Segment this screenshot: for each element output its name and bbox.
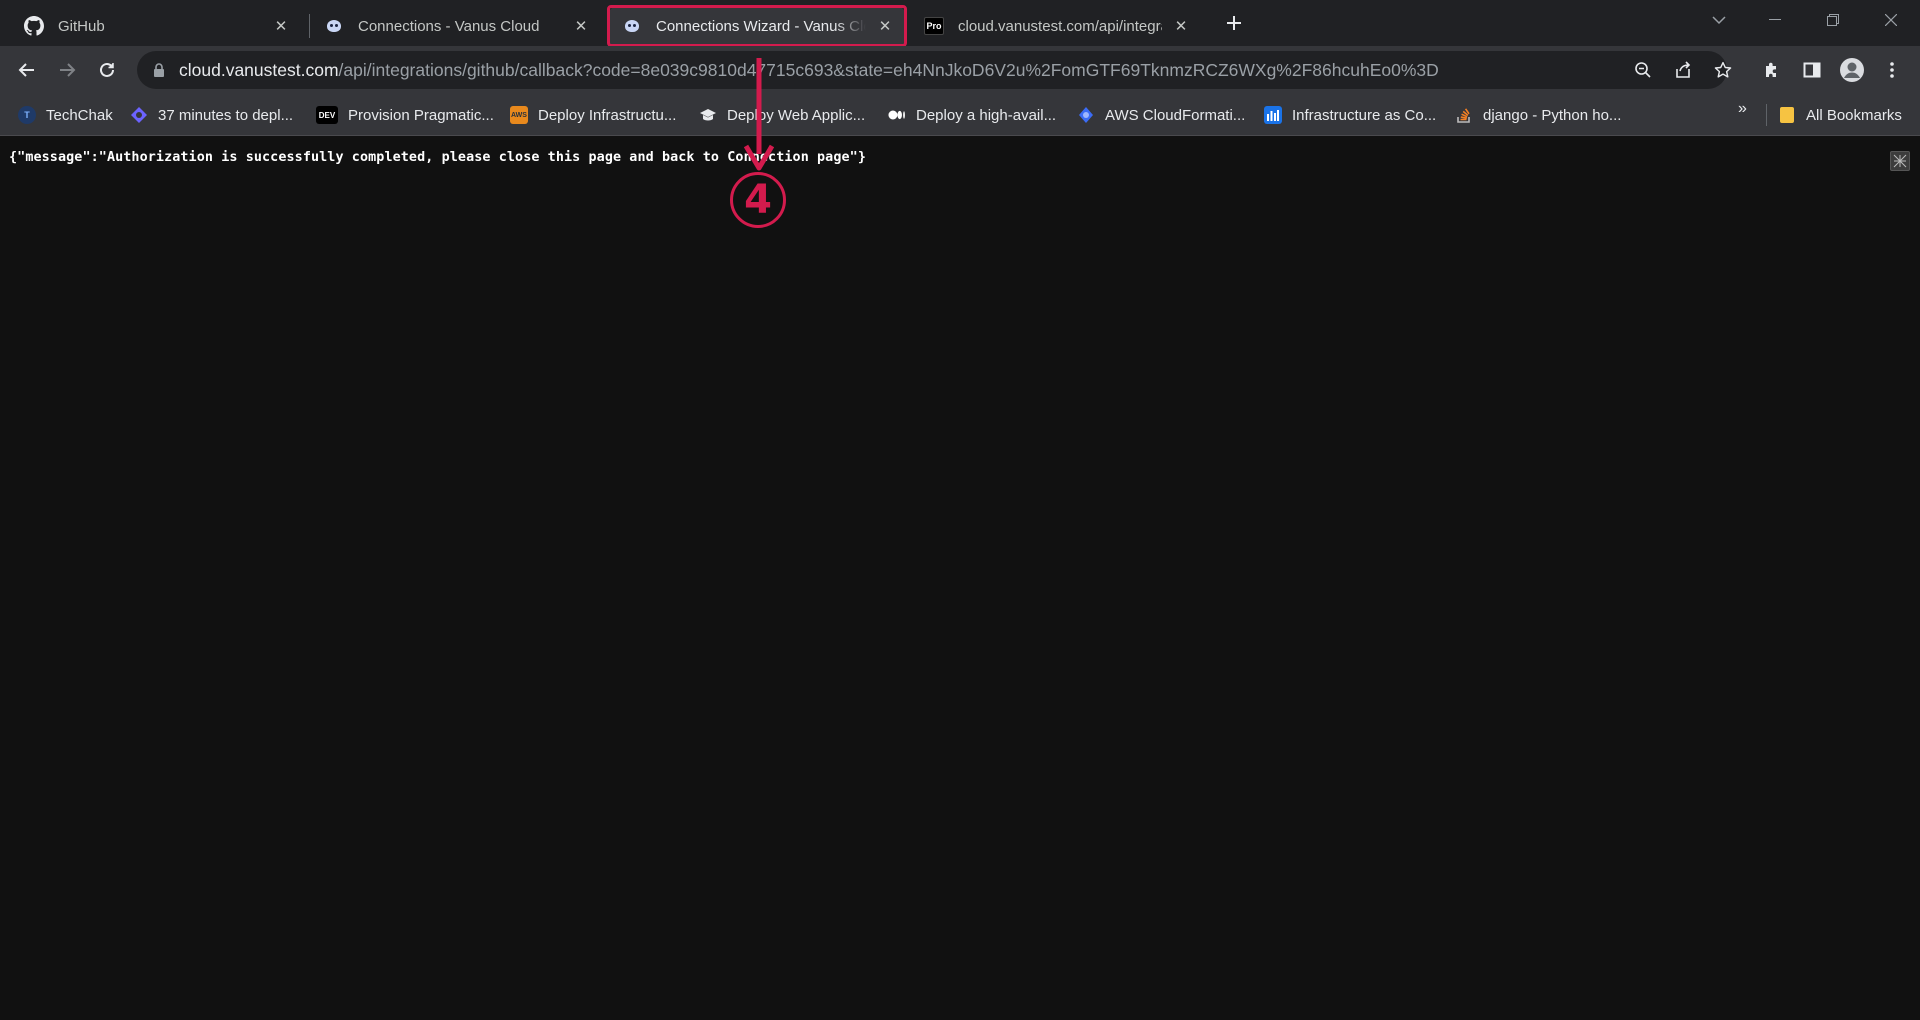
graduation-cap-icon (699, 106, 717, 124)
forward-arrow-icon[interactable] (51, 54, 83, 86)
tab-github[interactable]: GitHub ✕ (10, 6, 302, 46)
new-tab-button[interactable] (1219, 8, 1249, 38)
bookmark-label: Deploy Web Applic... (727, 106, 866, 124)
hashnode-icon (130, 106, 148, 124)
tab-title: Connections Wizard - Vanus Clo (656, 17, 866, 35)
bookmark-deploy-web-applic[interactable]: Deploy Web Applic... (699, 102, 865, 128)
close-icon[interactable]: ✕ (1170, 15, 1192, 37)
bookmark-label: django - Python ho... (1483, 106, 1622, 124)
profile-avatar[interactable] (1836, 54, 1868, 86)
bookmark-aws-cloudformation[interactable]: AWS CloudFormati... (1077, 102, 1245, 128)
bookmark-deploy-infrastructure[interactable]: AWS Deploy Infrastructu... (510, 102, 676, 128)
menu-kebab-icon[interactable] (1876, 54, 1908, 86)
lock-icon[interactable] (151, 62, 167, 78)
pretty-print-toggle-icon[interactable] (1890, 151, 1910, 171)
bookmark-techchak[interactable]: T TechChak (18, 102, 113, 128)
url-path: /api/integrations/github/callback?code=8… (338, 59, 1439, 80)
close-window-icon[interactable] (1868, 0, 1914, 40)
bookmark-37-minutes[interactable]: 37 minutes to depl... (130, 102, 293, 128)
folder-icon (1778, 106, 1796, 124)
bookmark-deploy-high-avail[interactable]: Deploy a high-avail... (888, 102, 1056, 128)
url-host: cloud.vanustest.com (179, 59, 339, 80)
cloudformation-icon (1077, 106, 1095, 124)
tab-api-callback[interactable]: Pro cloud.vanustest.com/api/integra ✕ (910, 6, 1202, 46)
reload-icon[interactable] (91, 54, 123, 86)
vanus-icon (324, 16, 344, 36)
tab-title: cloud.vanustest.com/api/integra (958, 17, 1162, 35)
zoom-icon[interactable] (1627, 54, 1659, 86)
more-bookmarks-chevron-icon[interactable]: » (1738, 100, 1747, 118)
bookmark-label: TechChak (46, 106, 113, 124)
bookmark-infrastructure-as-code[interactable]: Infrastructure as Co... (1264, 102, 1436, 128)
techchak-icon: T (18, 106, 36, 124)
tab-connections[interactable]: Connections - Vanus Cloud ✕ (310, 6, 602, 46)
bookmark-label: Deploy Infrastructu... (538, 106, 677, 124)
tab-strip: GitHub ✕ Connections - Vanus Cloud ✕ Con… (0, 0, 1920, 46)
bookmarks-bar: T TechChak 37 minutes to depl... DEV Pro… (0, 94, 1920, 136)
tab-connections-wizard[interactable]: Connections Wizard - Vanus Clo ✕ (608, 6, 906, 46)
extensions-puzzle-icon[interactable] (1756, 54, 1788, 86)
tab-title: Connections - Vanus Cloud (358, 17, 540, 35)
bookmark-label: 37 minutes to depl... (158, 106, 294, 124)
minimize-icon[interactable] (1752, 0, 1798, 40)
bookmark-label: Provision Pragmatic... (348, 106, 494, 124)
restore-icon[interactable] (1810, 0, 1856, 40)
bookmark-django[interactable]: django - Python ho... (1455, 102, 1621, 128)
bookmark-label: Infrastructure as Co... (1292, 106, 1437, 124)
all-bookmarks-button[interactable]: All Bookmarks (1778, 102, 1902, 128)
bookmark-label: AWS CloudFormati... (1105, 106, 1246, 124)
url-text[interactable]: cloud.vanustest.com/api/integrations/git… (179, 60, 1559, 81)
vanus-icon (622, 16, 642, 36)
page-content: {"message":"Authorization is successfull… (0, 137, 1920, 1020)
browser-toolbar: cloud.vanustest.com/api/integrations/git… (0, 46, 1920, 94)
stackoverflow-icon (1455, 106, 1473, 124)
github-icon (24, 16, 44, 36)
aws-icon: AWS (510, 106, 528, 124)
address-bar[interactable]: cloud.vanustest.com/api/integrations/git… (137, 51, 1732, 89)
tab-search-icon[interactable] (1696, 0, 1742, 40)
side-panel-icon[interactable] (1796, 54, 1828, 86)
all-bookmarks-label: All Bookmarks (1806, 106, 1902, 124)
close-icon[interactable]: ✕ (270, 15, 292, 37)
chart-bars-icon (1264, 106, 1282, 124)
close-icon[interactable]: ✕ (570, 15, 592, 37)
close-icon[interactable]: ✕ (874, 15, 896, 37)
dev-icon: DEV (316, 106, 338, 124)
pro-icon: Pro (924, 16, 944, 36)
bookmark-label: Deploy a high-avail... (916, 106, 1057, 124)
tab-title: GitHub (58, 17, 105, 35)
back-arrow-icon[interactable] (11, 54, 43, 86)
medium-icon (888, 106, 906, 124)
bookmark-provision-pragmatic[interactable]: DEV Provision Pragmatic... (316, 102, 494, 128)
bookmarks-divider (1766, 104, 1767, 126)
step-number-badge: 4 (730, 172, 786, 228)
json-response-text: {"message":"Authorization is successfull… (9, 150, 866, 165)
bookmark-star-icon[interactable] (1707, 54, 1739, 86)
share-icon[interactable] (1667, 54, 1699, 86)
